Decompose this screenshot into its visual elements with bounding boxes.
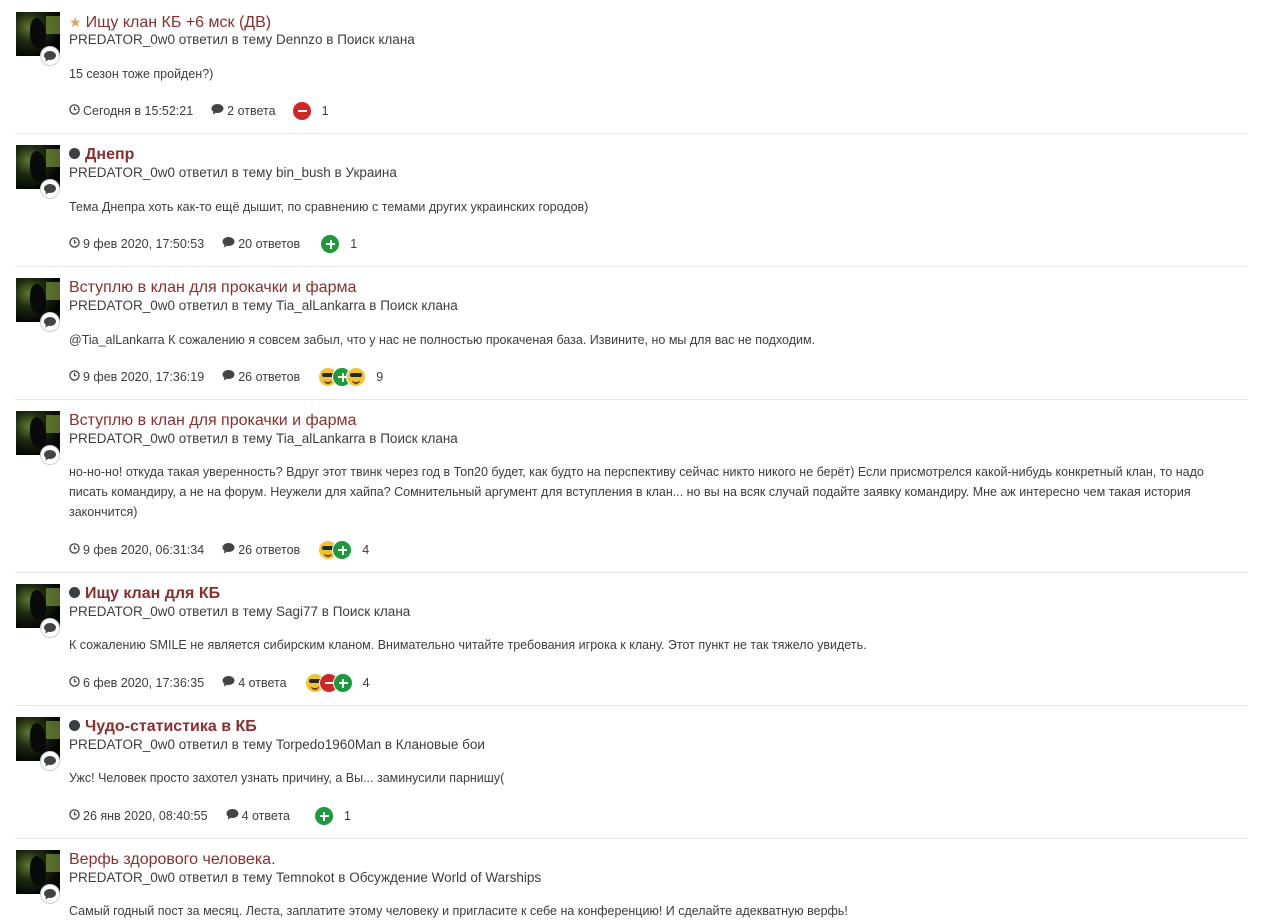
comment-badge-icon	[40, 445, 60, 465]
clock-icon	[69, 674, 80, 692]
clock-icon	[69, 102, 80, 120]
reaction-count: 1	[343, 809, 351, 823]
reaction-plus-icon	[313, 806, 334, 826]
post-excerpt: 15 сезон тоже пройден?)	[69, 67, 214, 81]
reactions-summary[interactable]	[318, 367, 367, 387]
activity-meta: PREDATOR_0w0 ответил в тему bin_bush в У…	[69, 165, 397, 180]
replies-count-link[interactable]: 26 ответов	[238, 541, 300, 559]
post-excerpt: но-но-но! откуда такая уверенность? Вдру…	[69, 465, 1204, 519]
post-date-link[interactable]: 9 фев 2020, 06:31:34	[83, 541, 204, 559]
topic-title-link[interactable]: Вступлю в клан для прокачки и фарма	[69, 278, 356, 298]
topic-title-link[interactable]: Днепр	[69, 145, 134, 165]
unread-dot-icon	[69, 148, 80, 159]
activity-meta: PREDATOR_0w0 ответил в тему Dennzo в Пои…	[69, 32, 415, 47]
reaction-smile-icon	[346, 367, 367, 387]
comment-badge-icon	[40, 751, 60, 771]
unread-dot-icon	[69, 587, 80, 598]
reactions-summary[interactable]	[304, 673, 353, 693]
reaction-count: 1	[321, 104, 329, 118]
post-date-link[interactable]: Сегодня в 15:52:21	[83, 102, 193, 120]
post-footer: 6 фев 2020, 17:36:35 4 ответа 4	[69, 673, 370, 693]
replies-count-link[interactable]: 20 ответов	[238, 235, 300, 253]
post-excerpt: Ужс! Человек просто захотел узнать причи…	[69, 771, 505, 785]
reactions-summary[interactable]	[318, 540, 353, 560]
comments-icon	[226, 807, 239, 825]
clock-icon	[69, 807, 80, 825]
post-excerpt: Самый годный пост за месяц. Леста, запла…	[69, 904, 848, 918]
post-footer: 9 фев 2020, 17:36:19 26 ответов 9	[69, 367, 383, 387]
topic-title-link[interactable]: ★ Ищу клан КБ +6 мск (ДВ)	[69, 12, 271, 33]
comments-icon	[222, 674, 235, 692]
comments-icon	[222, 368, 235, 386]
comment-badge-icon	[40, 46, 60, 66]
topic-title-link[interactable]: Ищу клан для КБ	[69, 584, 220, 604]
post-date-link[interactable]: 9 фев 2020, 17:50:53	[83, 235, 204, 253]
post-date-link[interactable]: 26 янв 2020, 08:40:55	[83, 807, 208, 825]
reaction-count: 1	[350, 237, 358, 251]
replies-count-link[interactable]: 26 ответов	[238, 368, 300, 386]
reactions-summary[interactable]	[313, 806, 334, 826]
activity-meta: PREDATOR_0w0 ответил в тему Tia_alLankar…	[69, 298, 458, 313]
reaction-count: 9	[376, 370, 384, 384]
activity-item: Ищу клан для КБ PREDATOR_0w0 ответил в т…	[15, 584, 1248, 706]
activity-item: ★ Ищу клан КБ +6 мск (ДВ) PREDATOR_0w0 от…	[15, 12, 1248, 134]
clock-icon	[69, 368, 80, 386]
reactions-summary[interactable]	[291, 101, 312, 121]
reaction-count: 4	[362, 543, 370, 557]
activity-item: Верфь здорового человека. PREDATOR_0w0 о…	[15, 850, 1248, 924]
comment-badge-icon	[40, 312, 60, 332]
reaction-plus-icon	[320, 234, 341, 254]
post-footer: Сегодня в 15:52:21 2 ответа 1	[69, 101, 329, 121]
activity-item: Днепр PREDATOR_0w0 ответил в тему bin_bu…	[15, 145, 1248, 267]
reaction-minus-icon	[291, 101, 312, 121]
comment-badge-icon	[40, 618, 60, 638]
replies-count-link[interactable]: 4 ответа	[242, 807, 290, 825]
star-icon: ★	[69, 14, 82, 30]
reaction-plus-icon	[332, 673, 353, 693]
post-excerpt: К сожалению SMILE не является сибирским …	[69, 638, 867, 652]
post-date-link[interactable]: 9 фев 2020, 17:36:19	[83, 368, 204, 386]
post-footer: 26 янв 2020, 08:40:55 4 ответа 1	[69, 806, 351, 826]
comments-icon	[222, 541, 235, 559]
topic-title-link[interactable]: Чудо-статистика в КБ	[69, 717, 257, 737]
replies-count-link[interactable]: 4 ответа	[238, 674, 286, 692]
post-excerpt: @Tia_alLankarra К сожалению я совсем заб…	[69, 333, 816, 347]
clock-icon	[69, 235, 80, 253]
comments-icon	[222, 235, 235, 253]
activity-item: Чудо-статистика в КБ PREDATOR_0w0 ответи…	[15, 717, 1248, 839]
reaction-count: 4	[362, 676, 370, 690]
activity-item: Вступлю в клан для прокачки и фарма PRED…	[15, 278, 1248, 400]
topic-title-link[interactable]: Вступлю в клан для прокачки и фарма	[69, 411, 356, 431]
activity-meta: PREDATOR_0w0 ответил в тему Tia_alLankar…	[69, 431, 458, 446]
unread-dot-icon	[69, 720, 80, 731]
post-footer: 9 фев 2020, 06:31:34 26 ответов 4	[69, 540, 369, 560]
activity-meta: PREDATOR_0w0 ответил в тему Temnokot в О…	[69, 870, 542, 885]
reaction-plus-icon	[332, 540, 353, 560]
comment-badge-icon	[40, 179, 60, 199]
reactions-summary[interactable]	[320, 234, 341, 254]
post-date-link[interactable]: 6 фев 2020, 17:36:35	[83, 674, 204, 692]
clock-icon	[69, 541, 80, 559]
comments-icon	[211, 102, 224, 120]
activity-item: Вступлю в клан для прокачки и фарма PRED…	[15, 411, 1248, 573]
topic-title-link[interactable]: Верфь здорового человека.	[69, 850, 276, 870]
post-excerpt: Тема Днепра хоть как-то ещё дышит, по ср…	[69, 200, 589, 214]
activity-meta: PREDATOR_0w0 ответил в тему Torpedo1960M…	[69, 737, 485, 752]
post-footer: 9 фев 2020, 17:50:53 20 ответов 1	[69, 234, 357, 254]
activity-meta: PREDATOR_0w0 ответил в тему Sagi77 в Пои…	[69, 604, 411, 619]
comment-badge-icon	[40, 884, 60, 904]
replies-count-link[interactable]: 2 ответа	[227, 102, 275, 120]
